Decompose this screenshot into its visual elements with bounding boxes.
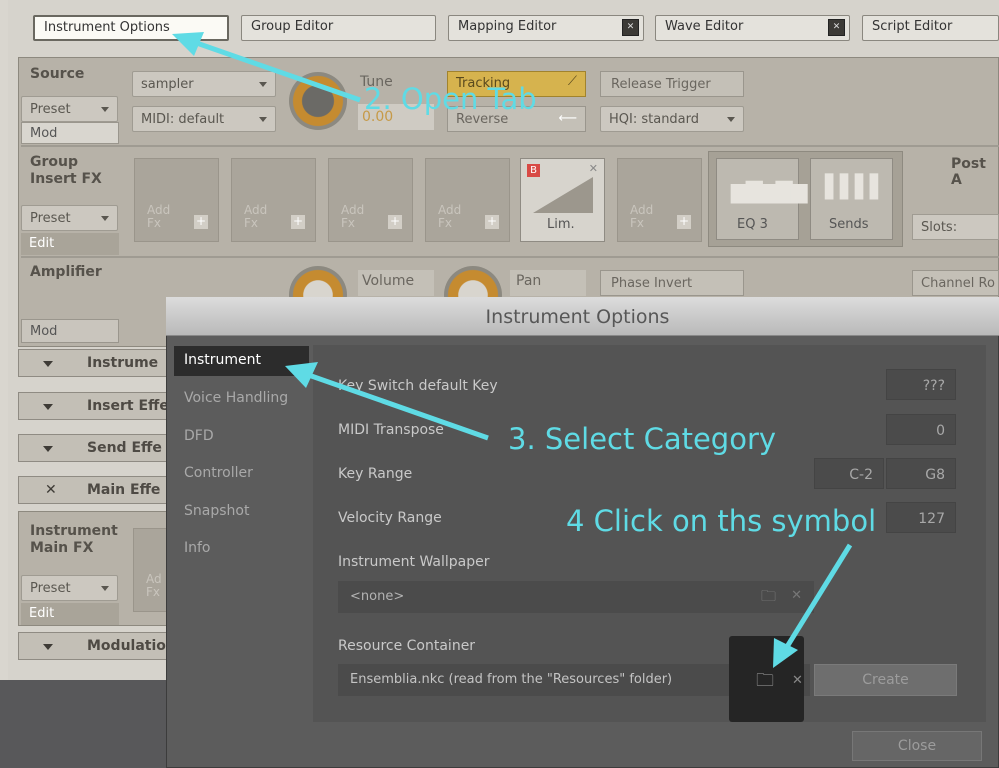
- triangle-down-icon: [43, 644, 53, 650]
- plus-icon[interactable]: +: [194, 215, 208, 229]
- fx-slot-4[interactable]: Add Fx +: [425, 158, 510, 242]
- midi-dropdown[interactable]: MIDI: default: [132, 106, 276, 132]
- key-switch-label: Key Switch default Key: [338, 378, 498, 394]
- bypass-icon[interactable]: B: [527, 164, 540, 177]
- slots-dropdown[interactable]: Slots:: [912, 214, 999, 240]
- volume-label: Volume: [358, 270, 434, 296]
- hqi-dropdown[interactable]: HQI: standard: [600, 106, 744, 132]
- key-range-high[interactable]: G8: [886, 458, 956, 489]
- midi-transpose-label: MIDI Transpose: [338, 422, 444, 438]
- row-send-effects[interactable]: Send Effe: [18, 434, 178, 462]
- triangle-down-icon: [43, 404, 53, 410]
- key-range-label: Key Range: [338, 466, 413, 482]
- key-switch-value[interactable]: ???: [886, 369, 956, 400]
- main-fx-edit-tab[interactable]: Edit: [21, 603, 119, 625]
- velocity-range-label: Velocity Range: [338, 510, 442, 526]
- triangle-down-icon: [43, 446, 53, 452]
- sends-slot[interactable]: ▌▌▌▌ Sends: [810, 158, 893, 240]
- key-range-low[interactable]: C-2: [814, 458, 884, 489]
- row-main-effects[interactable]: ✕ Main Effe: [18, 476, 178, 504]
- chevron-down-icon: [101, 216, 109, 221]
- amplifier-header: Amplifier: [30, 264, 102, 280]
- group-fx-preset-dropdown[interactable]: Preset: [21, 205, 118, 231]
- main-fx-preset-dropdown[interactable]: Preset: [21, 575, 118, 601]
- divider: [21, 145, 999, 147]
- group-insert-fx-header: Group Insert FX: [30, 154, 102, 187]
- bars-icon: ▌▌▌▌: [825, 175, 887, 200]
- tab-group-editor[interactable]: Group Editor: [241, 15, 436, 41]
- limiter-slot[interactable]: B ✕ Lim.: [520, 158, 605, 242]
- wallpaper-label: Instrument Wallpaper: [338, 554, 490, 570]
- x-square-icon[interactable]: ✕: [622, 19, 639, 36]
- main-fx-header: Instrument Main FX: [30, 523, 118, 556]
- divider: [21, 256, 999, 258]
- tab-wave-editor[interactable]: Wave Editor ✕: [655, 15, 850, 41]
- close-icon[interactable]: ✕: [589, 162, 598, 175]
- reverse-arrow-icon: ⟵: [558, 111, 577, 126]
- clear-icon[interactable]: ✕: [792, 673, 803, 688]
- category-snapshot[interactable]: Snapshot: [184, 503, 249, 519]
- sampler-dropdown[interactable]: sampler: [132, 71, 276, 97]
- row-instrument-options[interactable]: Instrume: [18, 349, 178, 377]
- category-dfd[interactable]: DFD: [184, 428, 214, 444]
- post-amp-header: Post A: [951, 156, 986, 188]
- source-header: Source: [30, 66, 85, 82]
- category-controller[interactable]: Controller: [184, 465, 253, 481]
- close-icon[interactable]: ✕: [45, 482, 57, 498]
- plus-icon[interactable]: +: [485, 215, 499, 229]
- close-button[interactable]: Close: [852, 731, 982, 761]
- plus-icon[interactable]: +: [677, 215, 691, 229]
- phase-invert-button[interactable]: Phase Invert: [600, 270, 744, 296]
- chevron-down-icon: [101, 107, 109, 112]
- source-mod-tab[interactable]: Mod: [21, 122, 119, 144]
- velocity-range-high[interactable]: 127: [886, 502, 956, 533]
- plus-icon[interactable]: +: [291, 215, 305, 229]
- x-square-icon[interactable]: ✕: [828, 19, 845, 36]
- chevron-down-icon: [259, 82, 267, 87]
- resource-container-label: Resource Container: [338, 638, 476, 654]
- annotation-open-tab: 2. Open Tab: [364, 82, 537, 116]
- row-insert-effects[interactable]: Insert Effe: [18, 392, 178, 420]
- tab-instrument-options[interactable]: Instrument Options: [33, 15, 229, 41]
- chevron-down-icon: [259, 117, 267, 122]
- group-fx-edit-tab[interactable]: Edit: [21, 233, 119, 255]
- folder-icon[interactable]: 🗀: [756, 668, 774, 698]
- bars-icon: ▆▇▆▇▆: [731, 179, 808, 204]
- chevron-down-icon: [727, 117, 735, 122]
- triangle-down-icon: [43, 361, 53, 367]
- category-info[interactable]: Info: [184, 540, 211, 556]
- fx-slot-3[interactable]: Add Fx +: [328, 158, 413, 242]
- tab-mapping-editor[interactable]: Mapping Editor ✕: [448, 15, 644, 41]
- tune-knob[interactable]: [289, 72, 347, 130]
- clear-icon[interactable]: ✕: [791, 588, 802, 603]
- pan-label: Pan: [510, 270, 586, 296]
- plus-icon[interactable]: +: [388, 215, 402, 229]
- source-preset-dropdown[interactable]: Preset: [21, 96, 118, 122]
- create-button[interactable]: Create: [814, 664, 957, 696]
- dialog-title: Instrument Options: [485, 306, 670, 328]
- chevron-down-icon: [101, 586, 109, 591]
- limiter-ramp-icon: [533, 177, 593, 213]
- amplifier-mod-tab[interactable]: Mod: [21, 319, 119, 343]
- category-instrument[interactable]: Instrument: [174, 346, 309, 376]
- annotation-select-category: 3. Select Category: [508, 422, 777, 456]
- wallpaper-field[interactable]: <none> 🗀 ✕: [338, 581, 814, 613]
- category-voice-handling[interactable]: Voice Handling: [184, 390, 288, 406]
- channel-routing-button[interactable]: Channel Ro: [912, 270, 999, 296]
- row-modulation[interactable]: Modulatio: [18, 632, 178, 660]
- annotation-click-symbol: 4 Click on ths symbol: [566, 504, 877, 538]
- folder-icon[interactable]: 🗀: [761, 586, 776, 611]
- tab-script-editor[interactable]: Script Editor: [862, 15, 999, 41]
- tracking-curve-icon: ⟋: [567, 74, 577, 89]
- fx-slot-6[interactable]: Add Fx +: [617, 158, 702, 242]
- release-trigger-button[interactable]: Release Trigger: [600, 71, 744, 97]
- eq3-slot[interactable]: ▆▇▆▇▆ EQ 3: [716, 158, 808, 240]
- midi-transpose-value[interactable]: 0: [886, 414, 956, 445]
- fx-slot-1[interactable]: Add Fx +: [134, 158, 219, 242]
- fx-slot-2[interactable]: Add Fx +: [231, 158, 316, 242]
